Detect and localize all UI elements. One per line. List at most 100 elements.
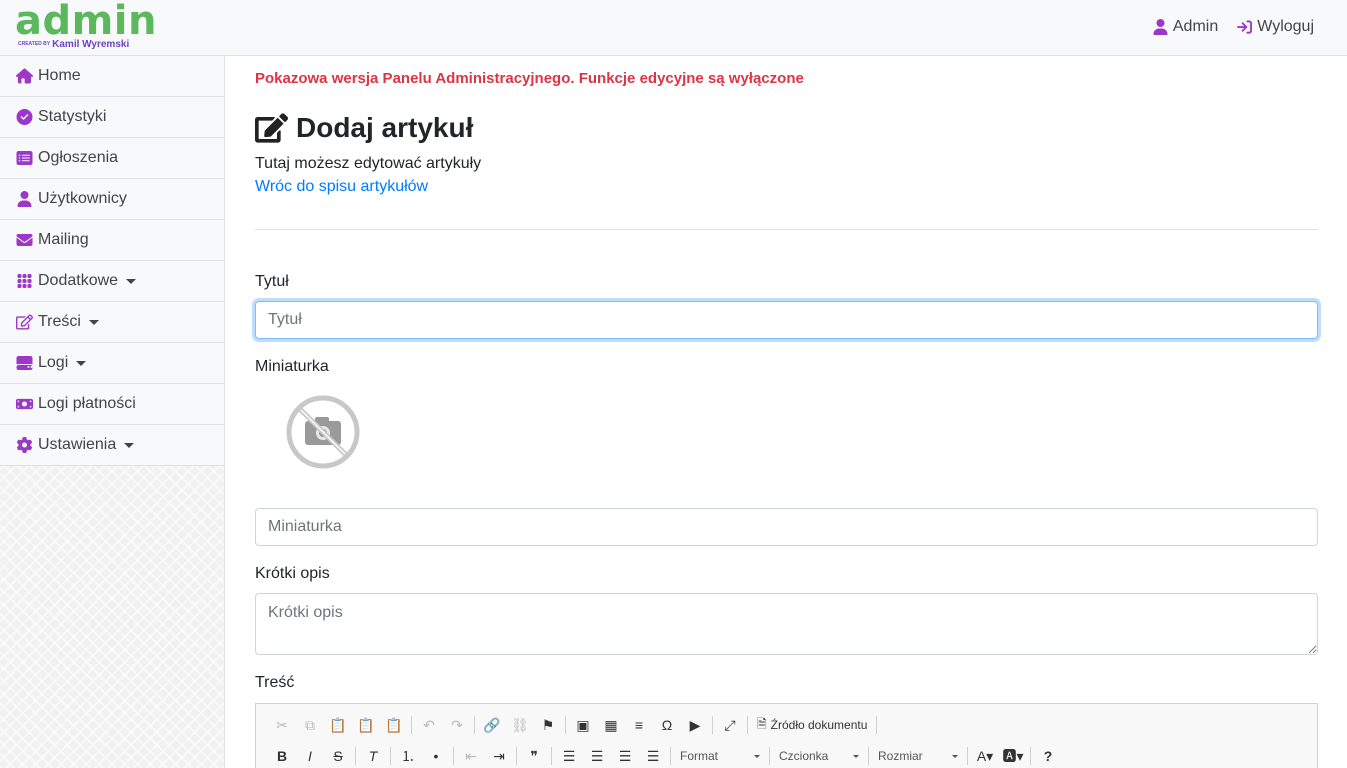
sidebar-item-home[interactable]: Home: [0, 56, 224, 97]
anchor-flag-icon[interactable]: ⚑: [534, 713, 562, 737]
outdent-icon[interactable]: ⇤: [457, 744, 485, 768]
font-select-label: Czcionka: [779, 749, 829, 763]
maximize-icon[interactable]: ⤢: [716, 713, 744, 737]
sidebar-item-ogloszenia[interactable]: Ogłoszenia: [0, 138, 224, 179]
align-right-icon[interactable]: ☰: [611, 744, 639, 768]
toolbar-separator: [1030, 747, 1031, 765]
envelope-icon: [16, 234, 33, 246]
horizontal-rule-icon[interactable]: ≡: [625, 713, 653, 737]
toolbar-separator: [474, 716, 475, 734]
logo[interactable]: admin CREATED BY Kamil Wyremski: [15, 0, 157, 50]
admin-user-label: Admin: [1172, 18, 1219, 35]
caret-down-icon: [76, 361, 87, 366]
back-to-articles-link[interactable]: Wróc do spisu artykułów: [255, 178, 428, 196]
sidebar-item-label: Home: [38, 67, 81, 84]
sidebar-item-label: Mailing: [38, 231, 89, 248]
thumbnail-input[interactable]: [255, 508, 1318, 546]
bold-icon[interactable]: B: [268, 744, 296, 768]
gear-icon: [16, 437, 33, 453]
logo-credit: CREATED BY Kamil Wyremski: [18, 39, 129, 50]
caret-down-icon: [124, 443, 135, 448]
logo-text: admin: [15, 0, 157, 44]
paste-icon[interactable]: 📋: [324, 713, 352, 737]
toolbar-separator: [551, 747, 552, 765]
edit-icon: [16, 314, 33, 330]
toolbar-separator: [411, 716, 412, 734]
paste-text-icon[interactable]: 📋: [352, 713, 380, 737]
toolbar-separator: [876, 716, 878, 734]
remove-format-icon[interactable]: T: [359, 744, 387, 768]
undo-icon[interactable]: ↶: [415, 713, 443, 737]
toolbar-separator: [565, 716, 566, 734]
numbered-list-icon[interactable]: ⒈: [394, 744, 422, 768]
top-navbar: admin CREATED BY Kamil Wyremski Admin Wyl…: [0, 0, 1347, 56]
youtube-icon[interactable]: ▶: [681, 713, 709, 737]
divider: [255, 229, 1318, 230]
sidebar-item-logi[interactable]: Logi: [0, 343, 224, 384]
sidebar-item-label: Treści: [38, 313, 81, 330]
logout-label: Wyloguj: [1257, 18, 1314, 35]
editor-toolbar-row-1: ✂ ⧉ 📋 📋 📋 ↶ ↷ 🔗 ⛓ ⚑ ▣ ▦ ≡ Ω ▶ ⤢ 🗎 Źródło…: [268, 711, 880, 739]
sidebar-item-label: Logi: [38, 354, 69, 371]
text-color-icon[interactable]: A▾: [971, 744, 999, 768]
page-title: Dodaj artykuł: [255, 111, 1318, 145]
link-icon[interactable]: 🔗: [478, 713, 506, 737]
chevron-down-icon: [754, 754, 760, 758]
indent-icon[interactable]: ⇥: [485, 744, 513, 768]
paste-word-icon[interactable]: 📋: [380, 713, 408, 737]
page-subtitle: Tutaj możesz edytować artykuły: [255, 155, 482, 172]
background-color-icon[interactable]: 🅰▾: [999, 744, 1027, 768]
sidebar-item-tresci[interactable]: Treści: [0, 302, 224, 343]
unlink-icon[interactable]: ⛓: [506, 713, 534, 737]
sidebar: Home Statystyki Ogłoszenia Użytkownicy M…: [0, 56, 225, 768]
bulleted-list-icon[interactable]: •: [422, 744, 450, 768]
strikethrough-icon[interactable]: S: [324, 744, 352, 768]
editor-toolbar-row-2: B I S T ⒈ • ⇤ ⇥ ❞ ☰ ☰ ☰ ☰ Format Czcionk…: [268, 742, 1062, 768]
sidebar-item-label: Statystyki: [38, 108, 107, 125]
align-center-icon[interactable]: ☰: [583, 744, 611, 768]
help-icon[interactable]: ?: [1034, 744, 1062, 768]
copy-icon[interactable]: ⧉: [296, 713, 324, 737]
toolbar-separator: [453, 747, 454, 765]
title-input[interactable]: [255, 301, 1318, 339]
list-icon: [16, 151, 33, 165]
size-select[interactable]: Rozmiar: [872, 749, 964, 763]
size-select-label: Rozmiar: [878, 749, 923, 763]
logo-credit-prefix: CREATED BY: [18, 41, 51, 48]
cut-icon[interactable]: ✂: [268, 713, 296, 737]
source-button[interactable]: 🗎 Źródło dokumentu: [751, 715, 873, 736]
sidebar-item-label: Ustawienia: [38, 436, 117, 453]
sidebar-item-uzytkownicy[interactable]: Użytkownicy: [0, 179, 224, 220]
sidebar-item-dodatkowe[interactable]: Dodatkowe: [0, 261, 224, 302]
logo-credit-name: Kamil Wyremski: [52, 39, 130, 50]
sidebar-item-logi-platnosci[interactable]: Logi płatności: [0, 384, 224, 425]
font-select[interactable]: Czcionka: [773, 749, 865, 763]
align-justify-icon[interactable]: ☰: [639, 744, 667, 768]
caret-down-icon: [126, 279, 137, 284]
toolbar-separator: [967, 747, 968, 765]
special-char-icon[interactable]: Ω: [653, 713, 681, 737]
admin-user-link[interactable]: Admin: [1153, 18, 1218, 36]
sidebar-item-statystyki[interactable]: Statystyki: [0, 97, 224, 138]
blockquote-icon[interactable]: ❞: [520, 744, 548, 768]
sidebar-item-mailing[interactable]: Mailing: [0, 220, 224, 261]
redo-icon[interactable]: ↷: [443, 713, 471, 737]
format-select[interactable]: Format: [674, 749, 766, 763]
logout-link[interactable]: Wyloguj: [1237, 18, 1314, 36]
top-nav-links: Admin Wyloguj: [1153, 18, 1314, 36]
toolbar-separator: [868, 747, 869, 765]
align-left-icon[interactable]: ☰: [555, 744, 583, 768]
edit-icon: [255, 113, 288, 143]
page-heading: Dodaj artykuł: [296, 112, 474, 143]
rich-text-editor[interactable]: ✂ ⧉ 📋 📋 📋 ↶ ↷ 🔗 ⛓ ⚑ ▣ ▦ ≡ Ω ▶ ⤢ 🗎 Źródło…: [255, 703, 1318, 768]
toolbar-separator: [355, 747, 356, 765]
image-icon[interactable]: ▣: [569, 713, 597, 737]
toolbar-separator: [516, 747, 517, 765]
short-description-textarea[interactable]: [255, 593, 1318, 655]
title-label: Tytuł: [255, 273, 289, 290]
no-image-icon: [286, 395, 360, 469]
italic-icon[interactable]: I: [296, 744, 324, 768]
sidebar-item-ustawienia[interactable]: Ustawienia: [0, 425, 224, 466]
toolbar-separator: [712, 716, 713, 734]
table-icon[interactable]: ▦: [597, 713, 625, 737]
